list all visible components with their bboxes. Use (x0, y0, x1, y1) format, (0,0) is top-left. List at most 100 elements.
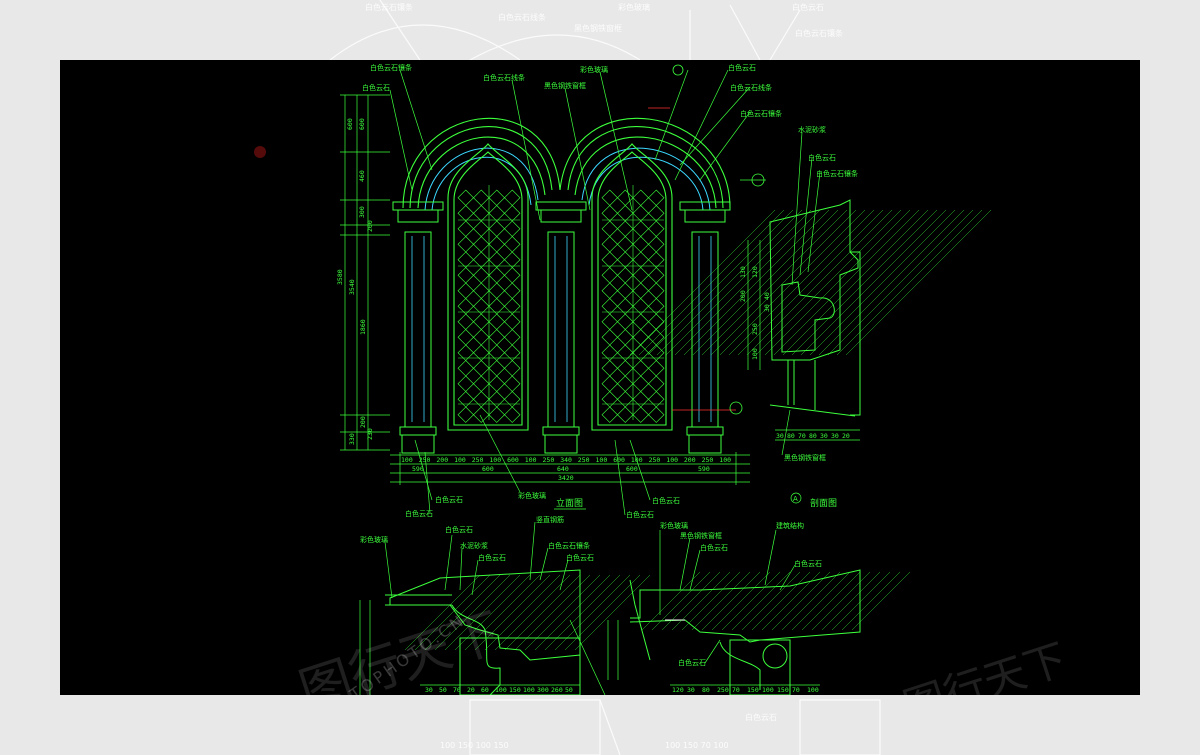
svg-text:100 150 70 100: 100 150 70 100 (665, 741, 729, 750)
dim-330: 330 (348, 433, 356, 445)
dl-label-marble-c: 白色云石 (566, 553, 594, 562)
sdim-130: 130 (739, 266, 747, 278)
left-dimension-lines (340, 94, 390, 451)
arch-outlines (402, 117, 731, 209)
dim-200-bottom: 200 (359, 416, 367, 428)
sdim-250: 250 (751, 323, 759, 335)
dim-3580: 3580 (336, 269, 344, 285)
dim-row1-item: 340 (560, 456, 572, 464)
detail-dim-item: 250 (717, 686, 729, 694)
label-stained-glass-bottom: 彩色玻璃 (518, 491, 546, 500)
label-black-steel-frame: 黑色钢铁窗框 (544, 81, 586, 90)
dim-row1-item: 100 (401, 456, 413, 464)
svg-text:白色云石: 白色云石 (745, 712, 777, 722)
dim-row1-item: 600 (613, 456, 625, 464)
dl-label-marble-b: 白色云石 (478, 553, 506, 562)
cad-drawing-canvas: 600 600 460 300 200 3580 3540 1860 200 2… (60, 60, 1140, 695)
dim-1860: 1860 (359, 319, 367, 335)
dim-230: 230 (366, 428, 374, 440)
dim-200-top: 200 (366, 220, 374, 232)
dr-label-glass: 彩色玻璃 (660, 521, 688, 530)
svg-text:彩色玻璃: 彩色玻璃 (618, 2, 650, 12)
section-dim-item: 80 (809, 432, 817, 440)
detail-dim-item: 100 (762, 686, 774, 694)
detail-dim-item: 80 (702, 686, 710, 694)
detail-dim-item: 100 (523, 686, 535, 694)
section-leaders (781, 131, 821, 504)
dim-row1-item: 250 (472, 456, 484, 464)
column-capitals (392, 201, 731, 223)
dl-label-marble-a: 白色云石 (445, 525, 473, 534)
column-bases (399, 426, 724, 454)
section-outline (769, 199, 861, 417)
elevation-and-section-drawing: 600 600 460 300 200 3580 3540 1860 200 2… (254, 63, 992, 695)
dim-total-3420: 3420 (558, 474, 574, 482)
dl-label-marble-strip: 白色云石镶条 (548, 541, 590, 550)
svg-text:黑色钢铁窗框: 黑色钢铁窗框 (574, 23, 622, 33)
detail-dim-item: 60 (481, 686, 489, 694)
dim-590-right: 590 (698, 465, 710, 473)
section-title: 剖面图 (810, 497, 837, 509)
dr-label-structure: 建筑结构 (776, 521, 804, 530)
label-marble-strip-b: 白色云石镶条 (740, 109, 782, 118)
sdim-120: 120 (751, 266, 759, 278)
detail-dim-item: 100 (495, 686, 507, 694)
dim-600-b: 600 (358, 118, 366, 130)
dim-row1-item: 250 (543, 456, 555, 464)
detail-dim-item: 50 (439, 686, 447, 694)
elevation-view: 600 600 460 300 200 3580 3540 1860 200 2… (336, 63, 782, 519)
label-stained-glass-top: 彩色玻璃 (580, 65, 608, 74)
dim-row1-item: 250 (649, 456, 661, 464)
dr-label-steel-frame: 黑色钢铁窗框 (680, 531, 722, 540)
detail-dim-item: 300 (537, 686, 549, 694)
sdim-40: 40 (763, 292, 771, 300)
dim-640: 640 (557, 465, 569, 473)
section-dim-item: 70 (798, 432, 806, 440)
stray-red-mark (254, 146, 266, 158)
sdim-200: 200 (739, 290, 747, 302)
elevation-labels: 白色云石镶条 白色云石 白色云石线条 彩色玻璃 黑色钢铁窗框 白色云石 白色云石… (362, 63, 782, 519)
label-white-marble-c: 白色云石 (405, 509, 433, 518)
detail-dim-item: 150 (777, 686, 789, 694)
detail-right-dims: 120 30 80 250 70 150 100 150 70 100 (672, 686, 819, 694)
detail-right-hatching (641, 571, 911, 631)
label-section-marble-strip: 白色云石镶条 (816, 169, 858, 178)
dim-row1-item: 100 (525, 456, 537, 464)
detail-right-dim-lines (607, 620, 820, 686)
detail-dim-item: 70 (792, 686, 800, 694)
detail-dim-item: 150 (747, 686, 759, 694)
bottom-dimension-row2: 590 600 640 600 590 3420 (412, 465, 710, 482)
dim-row1-item: 200 (436, 456, 448, 464)
section-hatching (629, 209, 992, 356)
label-section-steel-frame: 黑色钢铁窗框 (784, 453, 826, 462)
dr-label-marble-b: 白色云石 (794, 559, 822, 568)
label-cement-mortar: 水泥砂浆 (798, 125, 826, 134)
label-white-marble-a: 白色云石 (362, 83, 390, 92)
stained-glass-lattice (457, 185, 665, 423)
dim-600-left: 600 (482, 465, 494, 473)
svg-text:100 150 100 150: 100 150 100 150 (440, 741, 509, 750)
detail-dim-item: 100 (807, 686, 819, 694)
dim-590-left: 590 (412, 465, 424, 473)
svg-text:白色云石镶条: 白色云石镶条 (365, 2, 413, 12)
section-dim-item: 30 (820, 432, 828, 440)
dim-row1-item: 200 (684, 456, 696, 464)
dl-label-rebar: 竖直钢筋 (536, 515, 564, 524)
detail-dim-item: 260 (551, 686, 563, 694)
section-marker: A (793, 495, 798, 503)
label-leaders (389, 69, 751, 516)
section-view: 130 120 200 250 100 40 30 30 80 70 80 30 30 20… (629, 125, 992, 509)
detail-left-dims: 30 50 70 20 60 100 150 100 300 260 50 (425, 686, 573, 694)
section-bottom-dims: 30 80 70 80 30 30 20 (776, 432, 850, 440)
label-marble-strip-top: 白色云石镶条 (370, 63, 412, 72)
detail-left-labels: 彩色玻璃 白色云石 水泥砂浆 白色云石 竖直钢筋 白色云石镶条 白色云石 (360, 515, 594, 562)
label-white-marble-b: 白色云石 (728, 63, 756, 72)
dr-label-marble-c: 白色云石 (678, 658, 706, 667)
dr-label-marble-a: 白色云石 (700, 543, 728, 552)
detail-dim-item: 120 (672, 686, 684, 694)
dim-460: 460 (358, 170, 366, 182)
detail-dim-item: 30 (687, 686, 695, 694)
dim-row1-item: 100 (489, 456, 501, 464)
dl-label-mortar: 水泥砂浆 (460, 541, 488, 550)
dim-row1-item: 250 (702, 456, 714, 464)
